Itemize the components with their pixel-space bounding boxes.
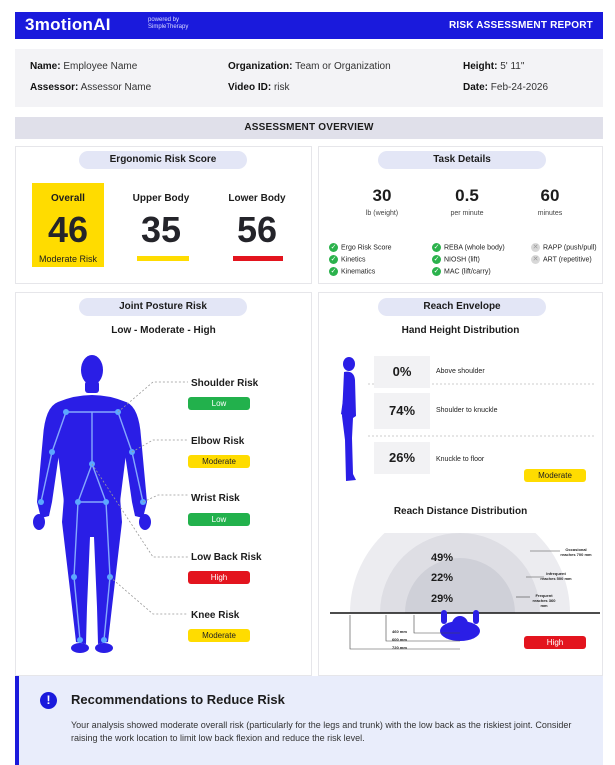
knee-risk-badge: Moderate <box>188 629 250 642</box>
low-back-risk-badge: High <box>188 571 250 584</box>
check-icon: ✓ <box>432 255 441 264</box>
brand-logo: 3motionAI <box>25 15 111 34</box>
upper-body-bar <box>137 256 189 261</box>
check-rapp: ✕ RAPP (push/pull) <box>531 243 597 252</box>
joint-posture-title: Joint Posture Risk <box>79 298 247 316</box>
wrist-risk-badge: Low <box>188 513 250 526</box>
scale-label-600: 600 mm <box>392 637 407 642</box>
date-field: Date: Feb-24-2026 <box>463 82 549 93</box>
infrequent-reach-note: Infrequent reaches 500 mm <box>540 571 572 581</box>
check-kinematics: ✓ Kinematics <box>329 267 376 276</box>
assessor-field: Assessor: Assessor Name <box>30 82 152 93</box>
video-id-field: Video ID: risk <box>228 82 290 93</box>
above-shoulder-pct: 0% <box>374 356 430 388</box>
disabled-check-icon: ✕ <box>531 255 540 264</box>
shoulder-risk-badge: Low <box>188 397 250 410</box>
overall-label: Overall <box>51 193 85 204</box>
scale-label-720: 720 mm <box>392 645 407 650</box>
upper-body-label: Upper Body <box>132 193 190 204</box>
check-reba: ✓ REBA (whole body) <box>432 243 505 252</box>
reach-distance-title: Reach Distance Distribution <box>393 506 528 517</box>
check-ergo-risk-score: ✓ Ergo Risk Score <box>329 243 392 252</box>
check-icon: ✓ <box>432 243 441 252</box>
scale-label-460: 460 mm <box>392 629 407 634</box>
elbow-risk-badge: Moderate <box>188 455 250 468</box>
reach-envelope-title: Reach Envelope <box>378 298 546 316</box>
body-figure-icon <box>33 355 188 653</box>
height-field: Height: 5' 11" <box>463 61 525 72</box>
shoulder-knuckle-label: Shoulder to knuckle <box>436 407 498 414</box>
disabled-check-icon: ✕ <box>531 243 540 252</box>
above-shoulder-label: Above shoulder <box>436 368 485 375</box>
report-title: RISK ASSESSMENT REPORT <box>448 20 593 31</box>
check-icon: ✓ <box>329 255 338 264</box>
recommendations-title: Recommendations to Reduce Risk <box>71 692 285 707</box>
organization-field: Organization: Team or Organization <box>228 61 391 72</box>
overall-level: Moderate Risk <box>38 254 98 264</box>
elbow-risk-label: Elbow Risk <box>191 436 245 447</box>
low-back-risk-label: Low Back Risk <box>191 552 262 563</box>
recommendations-text: Your analysis showed moderate overall ri… <box>71 720 572 743</box>
check-icon: ✓ <box>432 267 441 276</box>
check-art: ✕ ART (repetitive) <box>531 255 592 264</box>
recommendations-box: ! Recommendations to Reduce Risk Your an… <box>15 676 603 765</box>
report-header: 3motionAI powered by SimpleTherapy RISK … <box>15 12 603 39</box>
name-field: Name: Employee Name <box>30 61 138 72</box>
lower-body-value: 56 <box>236 209 278 250</box>
shoulder-risk-label: Shoulder Risk <box>191 378 259 389</box>
knuckle-floor-pct: 26% <box>374 442 430 474</box>
infrequent-reach-pct: 22% <box>430 572 454 584</box>
ergo-score-title: Ergonomic Risk Score <box>79 151 247 169</box>
alert-icon: ! <box>40 692 57 709</box>
weight-stat: 30 lb (weight) <box>365 186 399 217</box>
hand-height-risk-badge: Moderate <box>524 469 586 482</box>
duration-stat: 60 minutes <box>537 186 563 217</box>
hand-height-title: Hand Height Distribution <box>401 325 520 336</box>
reach-distance-risk-badge: High <box>524 636 586 649</box>
lower-body-bar <box>233 256 283 261</box>
occasional-reach-pct: 49% <box>430 552 454 564</box>
overall-value: 46 <box>47 209 89 250</box>
shoulder-knuckle-pct: 74% <box>374 393 430 429</box>
check-icon: ✓ <box>329 267 338 276</box>
knee-risk-label: Knee Risk <box>191 610 240 621</box>
occasional-reach-note: Occasional reaches 700 mm <box>560 547 592 557</box>
lower-body-label: Lower Body <box>228 193 286 204</box>
check-niosh: ✓ NIOSH (lift) <box>432 255 480 264</box>
employee-info: Name: Employee Name Assessor: Assessor N… <box>15 49 603 107</box>
wrist-risk-label: Wrist Risk <box>191 493 240 504</box>
task-details-title: Task Details <box>378 151 546 169</box>
frequent-reach-pct: 29% <box>430 593 454 605</box>
check-kinetics: ✓ Kinetics <box>329 255 366 264</box>
joint-posture-scale: Low - Moderate - High <box>111 325 216 336</box>
upper-body-value: 35 <box>140 209 182 250</box>
frequency-stat: 0.5 per minute <box>450 186 484 217</box>
overview-heading: ASSESSMENT OVERVIEW <box>15 117 603 139</box>
knuckle-floor-label: Knuckle to floor <box>436 456 485 463</box>
check-icon: ✓ <box>329 243 338 252</box>
frequent-reach-note: Frequent reaches 360 mm <box>532 593 556 608</box>
check-mac: ✓ MAC (lift/carry) <box>432 267 491 276</box>
powered-by: powered by SimpleTherapy <box>148 17 189 30</box>
standing-person-icon <box>341 357 356 481</box>
